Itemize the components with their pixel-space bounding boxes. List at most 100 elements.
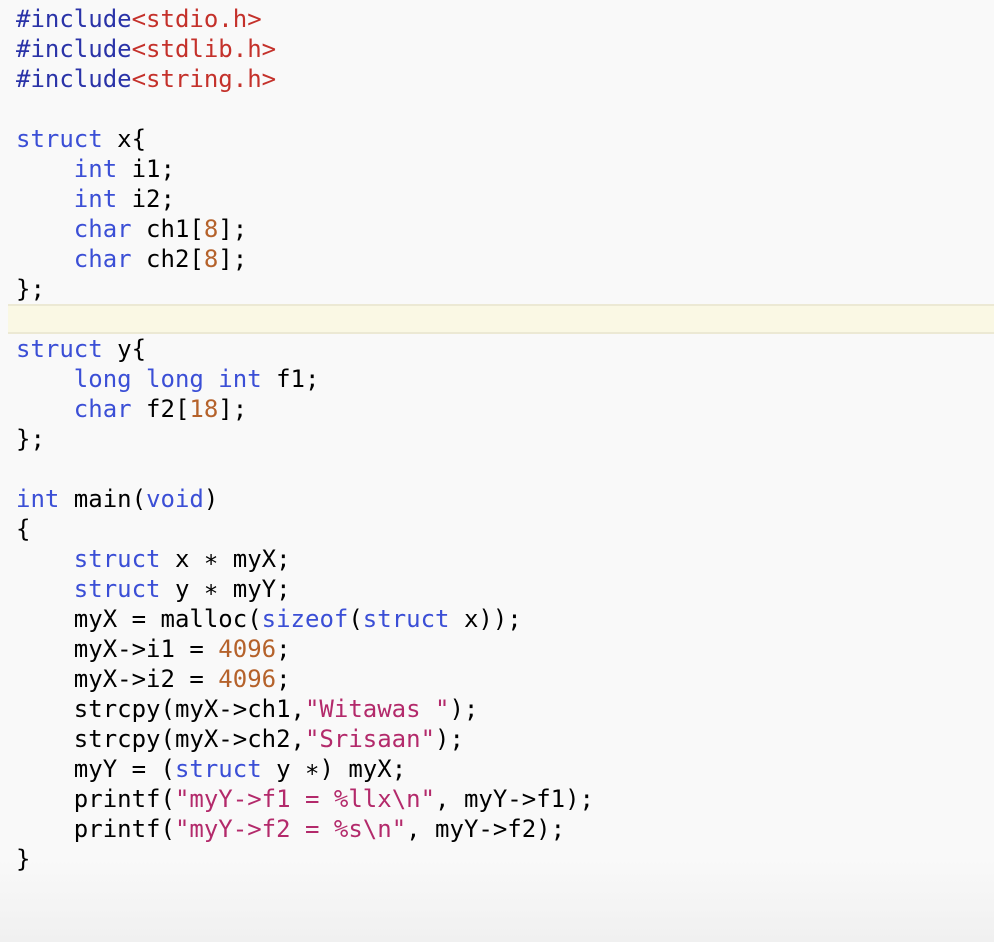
plain-token: strcpy(myX->ch1, — [16, 695, 305, 723]
string-literal-token: "myY->f1 = %llx\n" — [174, 785, 436, 813]
keyword-token: struct — [16, 335, 103, 363]
plain-token: ); — [435, 725, 464, 753]
keyword-token: char — [73, 395, 132, 423]
plain-token: ch1[ — [131, 215, 204, 243]
code-line[interactable]: int main(void) — [0, 484, 994, 514]
plain-token: myY = ( — [16, 755, 175, 783]
keyword-token: int — [73, 185, 118, 213]
plain-token: ); — [449, 695, 479, 723]
keyword-token: char — [73, 215, 132, 243]
keyword-token: struct — [73, 575, 161, 603]
plain-token: myX->i1 = — [16, 635, 219, 663]
code-line[interactable]: int i2; — [0, 184, 994, 214]
plain-token: main( — [59, 485, 147, 513]
plain-token: ; — [276, 665, 291, 693]
code-line[interactable]: }; — [0, 424, 994, 454]
preprocessor-token: #include — [16, 65, 132, 93]
include-path-token: <string.h> — [131, 65, 277, 93]
code-line-current[interactable] — [8, 304, 994, 334]
include-path-token: <stdio.h> — [131, 5, 262, 33]
string-literal-token: "Witawas " — [304, 695, 450, 723]
code-line[interactable]: { — [0, 514, 994, 544]
code-line[interactable]: long long int f1; — [0, 364, 994, 394]
plain-token: x)); — [449, 605, 522, 633]
number-literal-token: 4096 — [218, 635, 277, 663]
code-line[interactable]: struct x{ — [0, 124, 994, 154]
code-line[interactable]: char ch2[8]; — [0, 244, 994, 274]
keyword-token: void — [146, 485, 204, 513]
plain-token: ]; — [218, 395, 248, 423]
code-line[interactable]: struct y{ — [0, 334, 994, 364]
code-line[interactable]: #include<stdio.h> — [0, 4, 994, 34]
plain-token: i2; — [117, 185, 175, 213]
plain-token: y ∗ myY; — [160, 575, 291, 603]
keyword-token: int — [73, 155, 118, 183]
code-line[interactable] — [0, 454, 994, 484]
code-line[interactable]: }; — [0, 274, 994, 304]
plain-token: y{ — [102, 335, 147, 363]
keyword-token: struct — [362, 605, 450, 633]
plain-token: { — [16, 515, 31, 543]
keyword-token: char — [73, 245, 132, 273]
code-line[interactable]: char f2[18]; — [0, 394, 994, 424]
keyword-token: int — [16, 485, 60, 513]
plain-token: ) — [203, 485, 219, 513]
keyword-token: long — [146, 365, 204, 393]
code-line[interactable]: int i1; — [0, 154, 994, 184]
code-line[interactable]: #include<string.h> — [0, 64, 994, 94]
number-literal-token: 8 — [203, 245, 219, 273]
plain-token: myX->i2 = — [16, 665, 219, 693]
number-literal-token: 4096 — [218, 665, 277, 693]
plain-token: f1; — [261, 365, 320, 393]
code-line[interactable]: myX->i1 = 4096; — [0, 634, 994, 664]
preprocessor-token: #include — [16, 35, 132, 63]
code-line[interactable]: myX->i2 = 4096; — [0, 664, 994, 694]
plain-token: }; — [16, 425, 45, 453]
plain-token: i1; — [117, 155, 175, 183]
number-literal-token: 18 — [189, 395, 219, 423]
keyword-token: struct — [174, 755, 262, 783]
code-line[interactable]: myY = (struct y ∗) myX; — [0, 754, 994, 784]
keyword-token: int — [218, 365, 262, 393]
keyword-token: sizeof — [261, 605, 349, 633]
code-line[interactable]: printf("myY->f2 = %s\n", myY->f2); — [0, 814, 994, 844]
code-editor[interactable]: #include<stdio.h> #include<stdlib.h> #incl… — [0, 4, 994, 874]
plain-token: printf( — [16, 815, 175, 843]
code-line[interactable]: char ch1[8]; — [0, 214, 994, 244]
keyword-token: struct — [16, 125, 103, 153]
code-line[interactable]: } — [0, 844, 994, 874]
keyword-token: struct — [73, 545, 161, 573]
code-line[interactable]: #include<stdlib.h> — [0, 34, 994, 64]
code-line[interactable] — [0, 94, 994, 124]
plain-token: ch2[ — [131, 245, 204, 273]
code-line[interactable]: strcpy(myX->ch2,"Srisaan"); — [0, 724, 994, 754]
plain-token: printf( — [16, 785, 175, 813]
plain-token: strcpy(myX->ch2, — [16, 725, 305, 753]
plain-token: f2[ — [131, 395, 190, 423]
code-line[interactable]: struct x ∗ myX; — [0, 544, 994, 574]
plain-token: , myY->f2); — [406, 815, 566, 843]
code-line[interactable]: printf("myY->f1 = %llx\n", myY->f1); — [0, 784, 994, 814]
plain-token: x ∗ myX; — [160, 545, 291, 573]
code-line[interactable]: myX = malloc(sizeof(struct x)); — [0, 604, 994, 634]
plain-token: , myY->f1); — [435, 785, 594, 813]
plain-token: x{ — [102, 125, 147, 153]
plain-token: ; — [276, 635, 291, 663]
plain-token: ]; — [218, 215, 248, 243]
keyword-token: long — [73, 365, 132, 393]
string-literal-token: "Srisaan" — [304, 725, 436, 753]
plain-token: y ∗) myX; — [261, 755, 407, 783]
number-literal-token: 8 — [203, 215, 219, 243]
code-line[interactable]: struct y ∗ myY; — [0, 574, 994, 604]
code-line[interactable]: strcpy(myX->ch1,"Witawas "); — [0, 694, 994, 724]
plain-token: ]; — [218, 245, 248, 273]
